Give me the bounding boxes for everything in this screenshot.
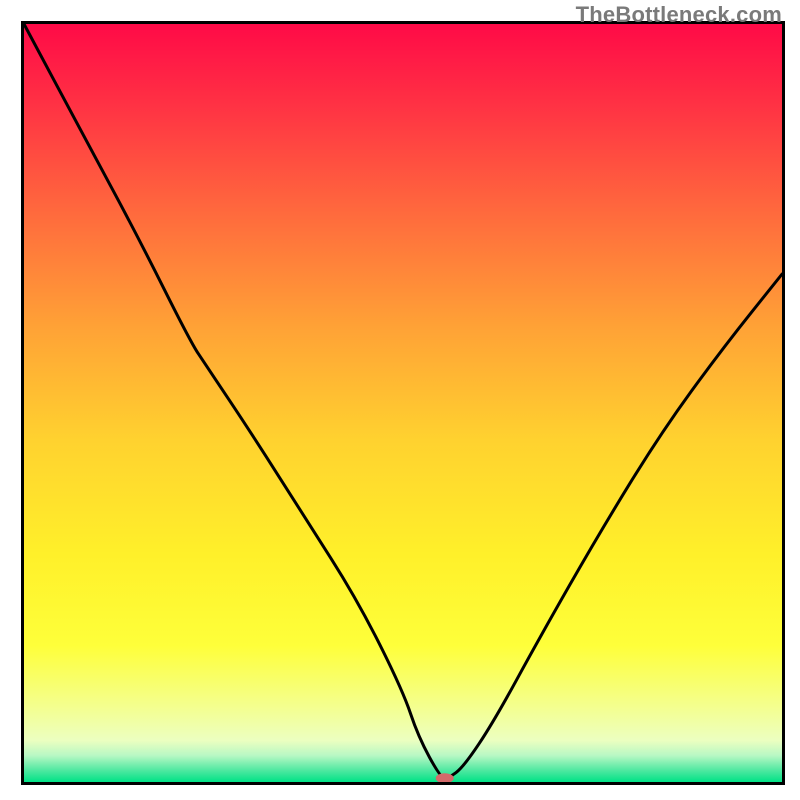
chart-frame: TheBottleneck.com [0, 0, 800, 800]
chart-background [24, 24, 782, 782]
watermark-text: TheBottleneck.com [576, 2, 782, 28]
plot-area [21, 21, 785, 785]
chart-svg [24, 24, 782, 782]
